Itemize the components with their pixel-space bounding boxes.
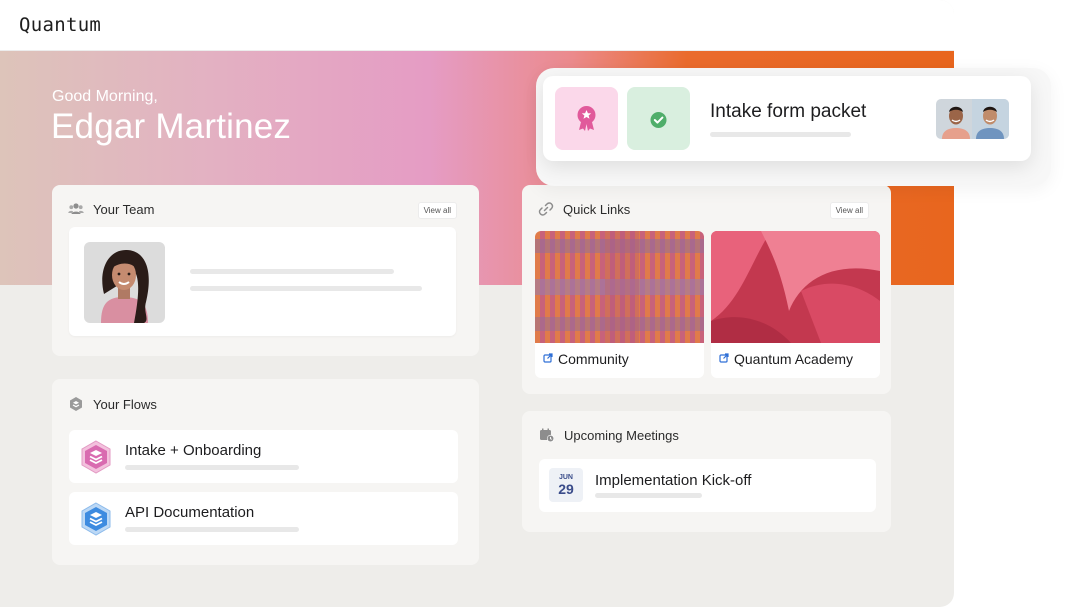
app-logo[interactable]: Quantum <box>19 14 101 36</box>
external-link-icon <box>719 353 729 363</box>
quick-link-label: Quantum Academy <box>734 351 854 367</box>
quick-links-card-title: Quick Links <box>563 201 631 217</box>
intake-form-title: Intake form packet <box>710 101 867 122</box>
greeting-text: Good Morning, <box>52 88 158 105</box>
meeting-date-badge: JUN 29 <box>549 468 583 502</box>
team-icon <box>68 203 84 214</box>
meeting-time-placeholder <box>595 493 702 498</box>
quick-links-view-all-button[interactable]: View all <box>829 202 869 219</box>
team-view-all-button[interactable]: View all <box>417 202 457 219</box>
member-name-placeholder <box>190 269 394 274</box>
check-tile <box>627 87 690 150</box>
flow-progress-placeholder <box>125 527 299 532</box>
meetings-card: Upcoming Meetings JUN 29 Implementation … <box>522 411 891 532</box>
flows-icon <box>70 397 82 411</box>
team-member-card[interactable] <box>69 227 456 336</box>
meetings-card-title: Upcoming Meetings <box>564 427 679 443</box>
pink-layers-icon <box>81 440 111 474</box>
team-card-title: Your Team <box>93 201 155 217</box>
award-tile <box>555 87 618 150</box>
flow-progress-placeholder <box>125 465 299 470</box>
flows-card: Your Flows Intake + Onboarding API Docum… <box>52 379 479 565</box>
member-role-placeholder <box>190 286 422 291</box>
assignees-avatar-group <box>936 99 1009 139</box>
meetings-card-header: Upcoming Meetings <box>539 427 679 443</box>
quick-link-community[interactable]: Community <box>535 231 704 378</box>
quick-links-card: Quick Links View all Community Quantum A… <box>522 185 891 394</box>
award-icon <box>577 106 596 131</box>
meeting-day: 29 <box>558 481 574 497</box>
intake-form-subtitle-placeholder <box>710 132 851 137</box>
quick-link-quantum-academy[interactable]: Quantum Academy <box>711 231 880 378</box>
team-card-header: Your Team <box>68 201 154 217</box>
meeting-title: Implementation Kick-off <box>595 472 752 489</box>
blue-layers-icon <box>81 502 111 536</box>
quick-link-label: Community <box>558 351 629 367</box>
meeting-item-implementation-kickoff[interactable]: JUN 29 Implementation Kick-off <box>539 459 876 512</box>
flow-item-label: API Documentation <box>125 504 255 521</box>
team-member-avatar <box>84 242 165 323</box>
quantum-academy-thumbnail <box>711 231 880 343</box>
check-icon <box>650 112 667 128</box>
flow-item-api-documentation[interactable]: API Documentation <box>69 492 458 545</box>
community-thumbnail <box>535 231 704 343</box>
user-name-heading: Edgar Martinez <box>51 107 292 146</box>
team-card: Your Team View all <box>52 185 479 356</box>
link-icon <box>538 202 554 216</box>
calendar-clock-icon <box>540 428 555 443</box>
flows-card-title: Your Flows <box>93 396 157 412</box>
flows-card-header: Your Flows <box>68 396 157 412</box>
top-bar: Quantum <box>0 0 954 51</box>
quick-links-card-header: Quick Links <box>538 201 630 217</box>
external-link-icon <box>543 353 553 363</box>
intake-form-packet-card[interactable]: Intake form packet <box>543 76 1031 161</box>
flow-item-intake-onboarding[interactable]: Intake + Onboarding <box>69 430 458 483</box>
flow-item-label: Intake + Onboarding <box>125 442 262 459</box>
